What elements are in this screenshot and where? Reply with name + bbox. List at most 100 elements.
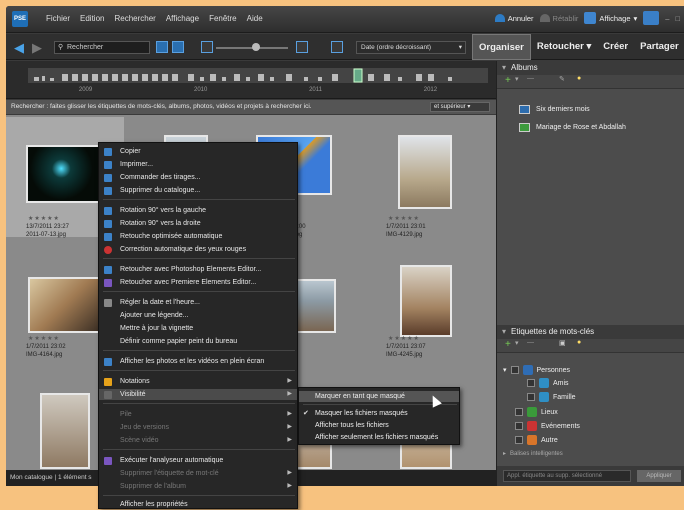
menu-separator [103, 199, 295, 200]
timeline-bar[interactable] [28, 68, 488, 83]
media-item[interactable]: ★★★★★ 1/7/2011 23:07 IMG-4245.jpg [366, 237, 484, 358]
menu-item-remove-album[interactable]: Supprimer de l'album ▶ [99, 481, 297, 492]
menu-item-caption[interactable]: Ajouter une légende... [99, 310, 297, 321]
menu-aide[interactable]: Aide [247, 14, 263, 23]
keywords-panel-header[interactable]: Etiquettes de mots-clés [497, 325, 684, 339]
keyword-checkbox[interactable] [515, 422, 523, 430]
photo-thumbnail[interactable] [398, 135, 452, 209]
rating-operator-select[interactable]: et supérieur ▾ [430, 102, 490, 112]
menu-item-pile[interactable]: Pile ▶ [99, 409, 297, 420]
album-item[interactable]: Six derniers mois [519, 105, 590, 114]
keyword-item[interactable]: Famille [527, 392, 576, 402]
timeline[interactable]: 2009 2010 2011 2012 [6, 61, 496, 99]
album-item[interactable]: Mariage de Rose et Abdallah [519, 123, 626, 132]
keyword-category[interactable]: Autre [515, 435, 558, 445]
chevron-down-icon[interactable]: ▾ [515, 339, 519, 347]
find-faces-icon[interactable] [172, 41, 184, 53]
menu-item-version-set[interactable]: Jeu de versions ▶ [99, 422, 297, 433]
menu-item-supprimer-catalogue[interactable]: Supprimer du catalogue... [99, 185, 297, 196]
keyword-checkbox[interactable] [527, 393, 535, 401]
menu-item-rotate-left[interactable]: Rotation 90° vers la gauche [99, 205, 297, 216]
menu-item-red-eye[interactable]: Correction automatique des yeux rouges [99, 244, 297, 255]
find-similar-icon[interactable] [156, 41, 168, 53]
menu-item-fullscreen[interactable]: Afficher les photos et les vidéos en ple… [99, 356, 297, 367]
small-thumb-icon[interactable] [201, 41, 213, 53]
submenu-hide-hidden[interactable]: ✔ Masquer les fichiers masqués [299, 408, 459, 419]
apply-button[interactable]: Appliquer [637, 470, 681, 482]
submenu-show-hidden-only[interactable]: Afficher seulement les fichiers masqués [299, 432, 459, 443]
keyword-category[interactable]: ▾ Personnes [503, 365, 570, 375]
keyword-category[interactable]: Lieux [515, 407, 558, 417]
back-arrow-icon[interactable]: ◀ [14, 40, 24, 56]
menu-edition[interactable]: Edition [80, 14, 104, 23]
media-item[interactable]: ★★★★★ 1/7/2011 23:01 IMG-4129.jpg [366, 117, 484, 238]
add-icon[interactable]: + [505, 339, 511, 351]
menu-item-photoshop-editor[interactable]: Retoucher avec Photoshop Elements Editor… [99, 264, 297, 275]
tag-display-icon[interactable]: ▣ [559, 339, 566, 347]
maximize-icon[interactable]: □ [675, 14, 680, 23]
display-button[interactable]: Affichage ▾ [584, 12, 637, 24]
menu-item-imprimer[interactable]: Imprimer... [99, 159, 297, 170]
keyword-category[interactable]: Evénements [515, 421, 580, 431]
albums-panel-header[interactable]: Albums [497, 61, 684, 75]
rating-stars[interactable]: ★★★★★ [388, 215, 420, 222]
large-thumb-icon[interactable] [296, 41, 308, 53]
forward-arrow-icon[interactable]: ▶ [32, 40, 42, 56]
chevron-down-icon[interactable]: ▾ [515, 75, 519, 83]
menu-item-rotate-right[interactable]: Rotation 90° vers la droite [99, 218, 297, 229]
menu-item-premiere-editor[interactable]: Retoucher avec Premiere Elements Editor.… [99, 277, 297, 288]
home-icon[interactable] [643, 11, 660, 25]
remove-icon[interactable]: — [527, 75, 534, 82]
submenu-show-all[interactable]: Afficher tous les fichiers [299, 420, 459, 431]
menu-fenetre[interactable]: Fenêtre [209, 14, 237, 23]
menu-item-notations[interactable]: Notations ▶ [99, 376, 297, 387]
keyword-category[interactable]: ▸ Balises intelligentes [503, 450, 563, 458]
rating-stars[interactable]: ★★★★★ [28, 335, 60, 342]
photo-thumbnail[interactable] [26, 145, 104, 203]
minimize-icon[interactable]: – [665, 14, 669, 23]
menu-item-remove-keyword[interactable]: Supprimer l'étiquette de mot-clé ▶ [99, 468, 297, 479]
menu-item-visibilite[interactable]: Visibilité ▶ [99, 389, 297, 400]
photo-thumbnail[interactable] [28, 277, 102, 333]
tab-creer[interactable]: Créer [597, 34, 634, 60]
keyword-checkbox[interactable] [510, 366, 519, 374]
menu-fichier[interactable]: Fichier [46, 14, 70, 23]
menu-item-commander[interactable]: Commander des tirages... [99, 172, 297, 183]
apply-keyword-input[interactable]: Appl. étiquette au supp. sélectionné [503, 470, 631, 482]
fullscreen-icon[interactable] [331, 41, 343, 53]
tab-retoucher[interactable]: Retoucher ▾ [531, 34, 597, 60]
photo-thumbnail[interactable] [400, 265, 452, 337]
redo-button[interactable]: Rétablir [539, 14, 578, 23]
keyword-checkbox[interactable] [515, 436, 523, 444]
tab-organiser[interactable]: Organiser [472, 34, 531, 60]
edit-icon[interactable]: ✎ [559, 75, 565, 83]
rating-stars[interactable]: ★★★★★ [28, 215, 60, 222]
bulb-icon[interactable]: ● [577, 339, 581, 346]
photo-thumbnail[interactable] [40, 393, 90, 469]
slider-knob[interactable] [252, 43, 260, 51]
menu-item-auto-fix[interactable]: Retouche optimisée automatique [99, 231, 297, 242]
tab-partager[interactable]: Partager [634, 34, 684, 60]
search-field[interactable]: ⚲ Rechercher [54, 41, 150, 54]
bulb-icon[interactable]: ● [577, 75, 581, 82]
menu-item-properties[interactable]: Afficher les propriétés [99, 499, 297, 510]
undo-button[interactable]: Annuler [494, 14, 534, 23]
order-prints-icon [104, 174, 112, 182]
keyword-checkbox[interactable] [527, 379, 535, 387]
submenu-arrow-icon: ▶ [287, 378, 292, 384]
keyword-checkbox[interactable] [515, 408, 523, 416]
menu-item-auto-analyzer[interactable]: Exécuter l'analyseur automatique [99, 455, 297, 466]
add-icon[interactable]: + [505, 75, 511, 87]
menu-item-video-scene[interactable]: Scène vidéo ▶ [99, 435, 297, 446]
sort-select[interactable]: Date (ordre décroissant) ▾ [356, 41, 466, 54]
menu-item-update-thumbnail[interactable]: Mettre à jour la vignette [99, 323, 297, 334]
rating-stars[interactable]: ★★★★★ [388, 335, 420, 342]
menu-item-date-time[interactable]: Régler la date et l'heure... [99, 297, 297, 308]
menu-item-wallpaper[interactable]: Définir comme papier peint du bureau [99, 336, 297, 347]
menu-rechercher[interactable]: Rechercher [114, 14, 155, 23]
remove-icon[interactable]: — [527, 339, 534, 346]
keyword-item[interactable]: Amis [527, 378, 569, 388]
menu-item-copier[interactable]: Copier [99, 146, 297, 157]
menu-affichage[interactable]: Affichage [166, 14, 199, 23]
search-drop-hint[interactable]: Rechercher : faites glisser les étiquett… [6, 100, 496, 114]
